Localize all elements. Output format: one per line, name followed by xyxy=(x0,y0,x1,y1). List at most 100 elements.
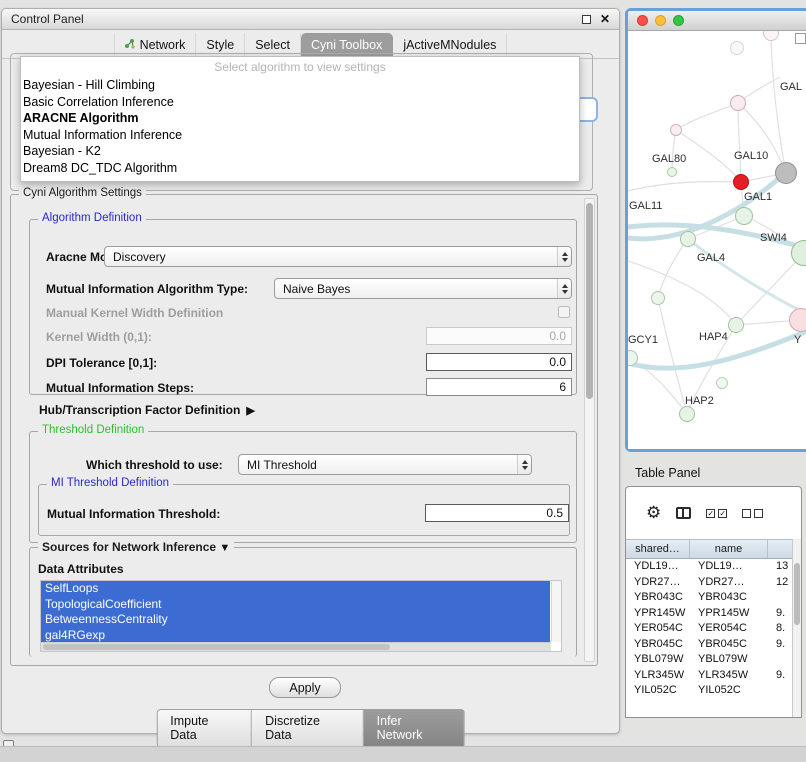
table-cell: YBL079W xyxy=(690,652,768,668)
mi-steps-input[interactable]: 6 xyxy=(426,378,572,396)
network-node[interactable] xyxy=(716,377,728,389)
aracne-mode-combobox[interactable]: Discovery xyxy=(104,246,572,267)
listbox-hscroll-thumb[interactable] xyxy=(43,644,390,650)
tab-label: jActiveMNodules xyxy=(403,38,496,52)
network-node[interactable] xyxy=(679,406,695,422)
table-cell: YPR145W xyxy=(626,606,690,622)
algorithm-option-bayesian-k2[interactable]: Bayesian - K2 xyxy=(21,143,579,160)
network-canvas[interactable]: GAL80GAL10GALGAL11GAL1SWI4GAL4GCY1HAP4HA… xyxy=(628,31,806,449)
table-panel-title: Table Panel xyxy=(635,466,700,480)
window-zoom-button[interactable] xyxy=(673,15,684,26)
tab-label: Cyni Toolbox xyxy=(311,38,382,52)
sources-title: Sources for Network Inference xyxy=(42,540,216,554)
table-cell: YIL052C xyxy=(690,683,768,699)
table-row[interactable]: YIL052CYIL052C xyxy=(626,683,801,699)
data-attribute-item-gal4rgexp[interactable]: gal4RGexp xyxy=(41,628,550,644)
algorithm-option-dream8-dc-tdc-algorithm[interactable]: Dream8 DC_TDC Algorithm xyxy=(21,160,579,177)
sources-expander[interactable]: Sources for Network Inference ▼ xyxy=(38,540,234,554)
table-row[interactable]: YBR043CYBR043C xyxy=(626,590,801,606)
algorithm-option-aracne-algorithm[interactable]: ARACNE Algorithm xyxy=(21,110,579,127)
checked-box-icon: ✓ xyxy=(706,509,715,518)
close-panel-icon[interactable]: ✕ xyxy=(600,13,610,25)
table-cell: YIL052C xyxy=(626,683,690,699)
algorithm-option-basic-correlation-inference[interactable]: Basic Correlation Inference xyxy=(21,94,579,111)
combo-arrows-icon xyxy=(517,455,531,474)
table-cell: YER054C xyxy=(626,621,690,637)
algorithm-popup-placeholder: Select algorithm to view settings xyxy=(21,60,579,77)
network-node[interactable] xyxy=(651,291,665,305)
table-row[interactable]: YER054CYER054C8. xyxy=(626,621,801,637)
table-row[interactable]: YLR345WYLR345W9. xyxy=(626,668,801,684)
table-row[interactable]: YDR27…YDR27…12 xyxy=(626,575,801,591)
select-all-checkboxes-icon[interactable]: ✓ ✓ xyxy=(706,509,727,518)
network-node[interactable] xyxy=(728,317,744,333)
network-node[interactable] xyxy=(680,231,696,247)
network-node[interactable] xyxy=(775,162,797,184)
network-node-label: HAP4 xyxy=(699,331,728,343)
listbox-vertical-scrollbar[interactable] xyxy=(551,581,561,642)
window-close-button[interactable] xyxy=(637,15,648,26)
bottom-tab-discretize-data[interactable]: Discretize Data xyxy=(252,709,364,748)
window-minimize-button[interactable] xyxy=(655,15,666,26)
settings-scrollbar[interactable] xyxy=(584,198,595,662)
column-layout-icon[interactable] xyxy=(676,507,691,519)
table-row[interactable]: YBL079WYBL079W xyxy=(626,652,801,668)
listbox-horizontal-scrollbar[interactable] xyxy=(41,642,551,651)
control-panel-titlebar: Control Panel ✕ xyxy=(2,9,619,30)
control-panel-window: Control Panel ✕ NetworkStyleSelectCyni T… xyxy=(1,8,620,734)
network-node[interactable] xyxy=(733,174,749,190)
column-header-shared[interactable]: shared… xyxy=(626,540,690,558)
algorithm-option-bayesian-hill-climbing[interactable]: Bayesian - Hill Climbing xyxy=(21,77,579,94)
algorithm-dropdown-popup: Select algorithm to view settings Bayesi… xyxy=(20,56,580,182)
network-node[interactable] xyxy=(670,124,682,136)
table-header-row: shared…name xyxy=(626,539,801,559)
kernel-width-input: 0.0 xyxy=(426,327,572,345)
table-vertical-scrollbar[interactable] xyxy=(792,539,801,717)
float-panel-icon[interactable] xyxy=(582,15,591,24)
which-threshold-combobox[interactable]: MI Threshold xyxy=(238,454,532,475)
deselect-all-checkboxes-icon[interactable] xyxy=(742,509,763,518)
network-node-label: GAL1 xyxy=(744,191,772,203)
tab-label: Select xyxy=(255,38,290,52)
algorithm-option-mutual-information-inference[interactable]: Mutual Information Inference xyxy=(21,127,579,144)
network-node[interactable] xyxy=(667,167,677,177)
table-scrollbar-thumb[interactable] xyxy=(794,563,800,625)
bottom-tab-impute-data[interactable]: Impute Data xyxy=(156,709,252,748)
tab-label: Network xyxy=(140,38,186,52)
dpi-tolerance-input[interactable]: 0.0 xyxy=(426,353,572,371)
hub-definition-label: Hub/Transcription Factor Definition xyxy=(39,403,240,417)
network-tab-icon xyxy=(125,38,135,52)
data-attribute-item-betweennesscentrality[interactable]: BetweennessCentrality xyxy=(41,612,550,628)
mi-algorithm-type-combobox[interactable]: Naive Bayes xyxy=(274,278,572,299)
unchecked-box-icon xyxy=(742,509,751,518)
network-node-label: HAP2 xyxy=(685,395,714,407)
apply-button[interactable]: Apply xyxy=(269,677,341,698)
network-node[interactable] xyxy=(789,308,806,332)
network-node[interactable] xyxy=(730,95,746,111)
mi-steps-label: Mutual Information Steps: xyxy=(46,381,194,395)
data-attributes-rows: SelfLoopsTopologicalCoefficientBetweenne… xyxy=(41,581,550,643)
data-attribute-item-topologicalcoefficient[interactable]: TopologicalCoefficient xyxy=(41,597,550,613)
gear-icon[interactable]: ⚙ xyxy=(646,503,661,523)
table-panel-window: ⚙ ✓ ✓ shared…name YDL19…YDL19…13YDR27…YD… xyxy=(625,486,802,718)
data-attribute-item-selfloops[interactable]: SelfLoops xyxy=(41,581,550,597)
table-row[interactable]: YPR145WYPR145W9. xyxy=(626,606,801,622)
mi-threshold-group-title: MI Threshold Definition xyxy=(47,477,173,489)
network-node[interactable] xyxy=(730,41,744,55)
table-row[interactable]: YDL19…YDL19…13 xyxy=(626,559,801,575)
table-row[interactable]: YBR045CYBR045C9. xyxy=(626,637,801,653)
data-attributes-listbox: SelfLoopsTopologicalCoefficientBetweenne… xyxy=(40,580,562,652)
bottom-tab-infer-network[interactable]: Infer Network xyxy=(364,709,465,748)
column-header-name[interactable]: name xyxy=(690,540,768,558)
table-cell: YER054C xyxy=(690,621,768,637)
network-node[interactable] xyxy=(735,207,753,225)
hub-definition-expander[interactable]: Hub/Transcription Factor Definition ▶ xyxy=(39,403,255,417)
sources-group: Sources for Network Inference ▼ Data Att… xyxy=(29,547,577,657)
mi-threshold-input[interactable]: 0.5 xyxy=(425,504,569,522)
settings-scrollbar-thumb[interactable] xyxy=(586,203,593,399)
table-cell: YDR27… xyxy=(626,575,690,591)
network-node-label: GAL10 xyxy=(734,150,768,162)
network-node-label: SWI4 xyxy=(760,232,787,244)
algorithm-definition-title: Algorithm Definition xyxy=(38,212,146,224)
network-node-label: GAL xyxy=(780,81,802,93)
